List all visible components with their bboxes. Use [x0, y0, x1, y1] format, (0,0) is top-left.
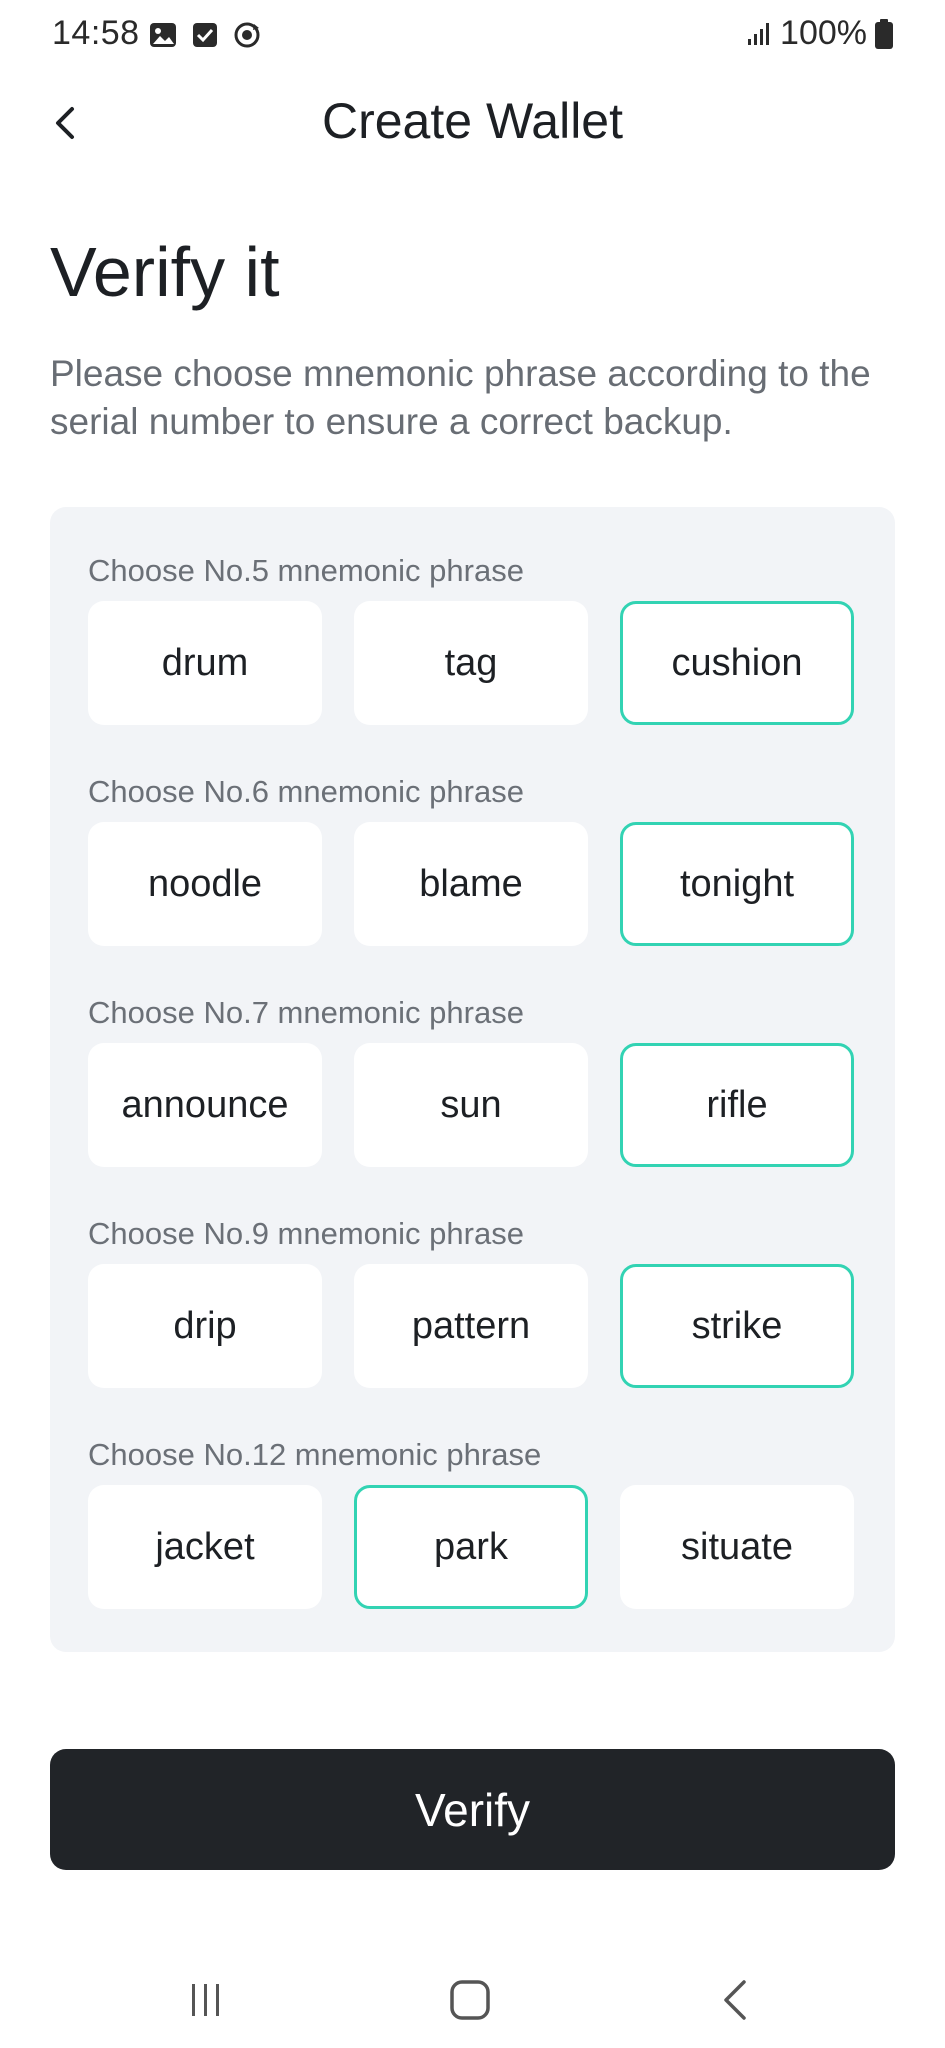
option-row: jacket park situate: [88, 1485, 856, 1609]
group-label: Choose No.5 mnemonic phrase: [88, 553, 524, 588]
status-notification-icons: [148, 20, 262, 50]
mnemonic-group-5: Choose No.5 mnemonic phrase drum tag cus…: [88, 549, 856, 725]
signal-icon: [748, 22, 770, 45]
option-row: noodle blame tonight: [88, 822, 856, 946]
headline: Verify it: [50, 233, 280, 311]
group-label: Choose No.6 mnemonic phrase: [88, 774, 524, 809]
page-title: Create Wallet: [321, 93, 624, 149]
home-button[interactable]: [440, 1970, 500, 2030]
recent-apps-button[interactable]: [176, 1970, 236, 2030]
sync-icon: [234, 22, 260, 48]
mnemonic-group-12: Choose No.12 mnemonic phrase jacket park…: [88, 1433, 856, 1609]
gallery-icon: [150, 23, 176, 47]
verify-button[interactable]: Verify: [50, 1749, 895, 1870]
word-option-selected[interactable]: tonight: [620, 822, 854, 946]
mnemonic-group-9: Choose No.9 mnemonic phrase drip pattern…: [88, 1212, 856, 1388]
status-right: 100%: [746, 14, 893, 53]
header: Create Wallet: [0, 80, 945, 166]
back-icon: [724, 1980, 746, 2020]
group-label: Choose No.9 mnemonic phrase: [88, 1216, 524, 1251]
word-option-selected[interactable]: cushion: [620, 601, 854, 725]
word-option-selected[interactable]: strike: [620, 1264, 854, 1388]
battery-percentage: 100%: [780, 14, 867, 52]
mnemonic-group-6: Choose No.6 mnemonic phrase noodle blame…: [88, 770, 856, 946]
group-label: Choose No.12 mnemonic phrase: [88, 1437, 542, 1472]
mnemonic-panel: Choose No.5 mnemonic phrase drum tag cus…: [50, 507, 895, 1652]
option-row: drip pattern strike: [88, 1264, 856, 1388]
word-option[interactable]: announce: [88, 1043, 322, 1167]
recent-apps-icon: [192, 1984, 219, 2016]
status-time: 14:58: [52, 14, 140, 52]
word-option[interactable]: tag: [354, 601, 588, 725]
mnemonic-group-7: Choose No.7 mnemonic phrase announce sun…: [88, 991, 856, 1167]
option-row: announce sun rifle: [88, 1043, 856, 1167]
subtitle: Please choose mnemonic phrase according …: [50, 353, 871, 442]
system-nav-bar: [0, 1940, 945, 2048]
checkbox-icon: [193, 23, 217, 47]
word-option[interactable]: blame: [354, 822, 588, 946]
status-bar: 14:58 100%: [0, 0, 945, 72]
word-option[interactable]: drum: [88, 601, 322, 725]
word-option[interactable]: jacket: [88, 1485, 322, 1609]
option-row: drum tag cushion: [88, 601, 856, 725]
group-label: Choose No.7 mnemonic phrase: [88, 995, 524, 1030]
word-option[interactable]: situate: [620, 1485, 854, 1609]
word-option[interactable]: pattern: [354, 1264, 588, 1388]
home-icon: [450, 1980, 490, 2020]
word-option[interactable]: sun: [354, 1043, 588, 1167]
battery-icon: [875, 18, 893, 49]
word-option[interactable]: noodle: [88, 822, 322, 946]
system-back-button[interactable]: [705, 1970, 765, 2030]
word-option-selected[interactable]: rifle: [620, 1043, 854, 1167]
word-option[interactable]: drip: [88, 1264, 322, 1388]
word-option-selected[interactable]: park: [354, 1485, 588, 1609]
